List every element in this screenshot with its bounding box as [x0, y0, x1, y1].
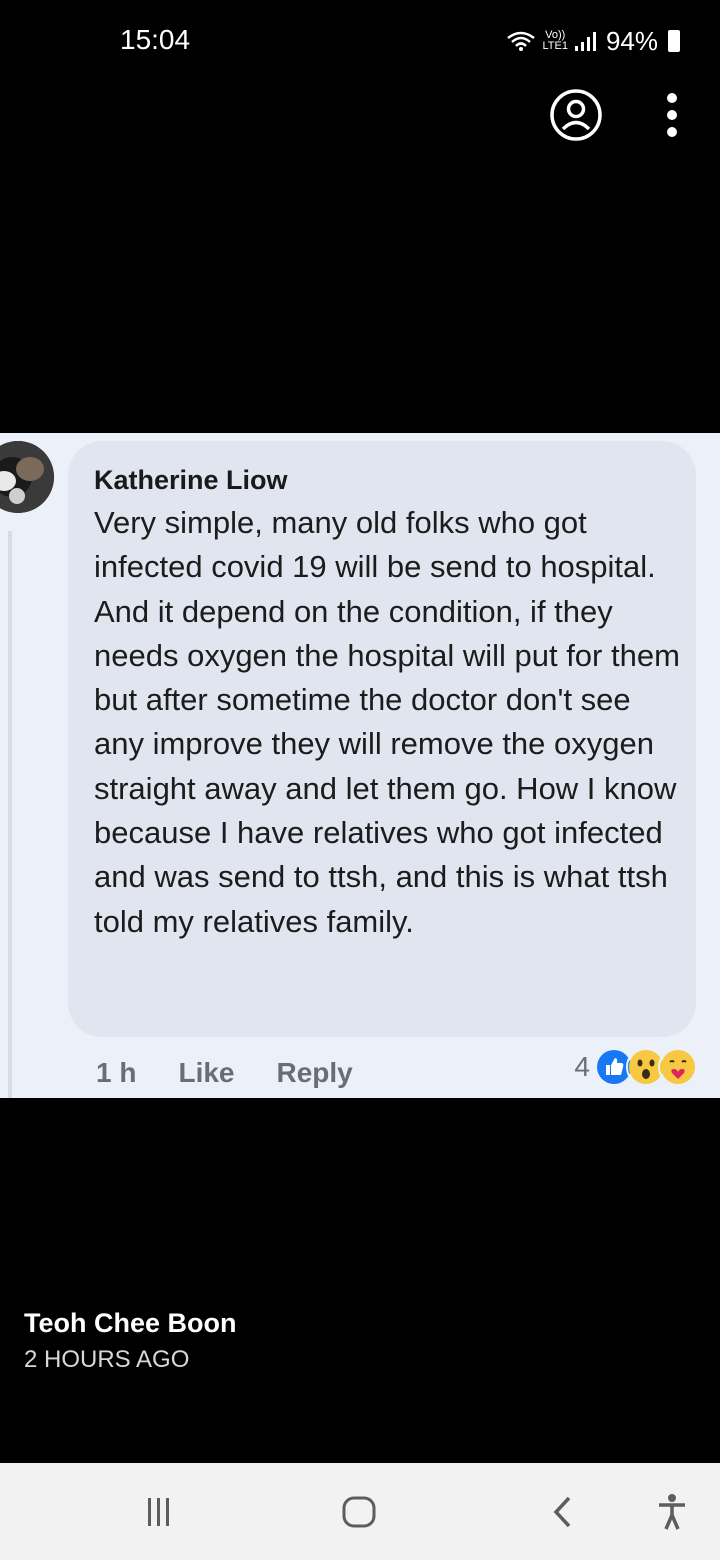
reply-button[interactable]: Reply: [277, 1057, 353, 1089]
recents-icon: [148, 1497, 169, 1526]
comment-time: 1 h: [96, 1057, 137, 1088]
navigation-bar: [0, 1463, 720, 1560]
comment-meta: 1 h Like Reply: [96, 1053, 395, 1093]
comment-author[interactable]: Katherine Liow: [94, 465, 288, 496]
more-options-button[interactable]: [660, 90, 684, 140]
wifi-icon: [507, 31, 536, 51]
accessibility-icon: [659, 1493, 685, 1530]
network-label: Vo)) LTE1: [542, 30, 567, 52]
thread-line: [8, 531, 12, 1098]
back-icon: [553, 1496, 571, 1527]
post-author[interactable]: Teoh Chee Boon: [24, 1308, 237, 1339]
profile-icon: [550, 89, 602, 141]
comment-bubble: Katherine Liow Very simple, many old fol…: [68, 441, 696, 1037]
more-vert-icon: [667, 93, 677, 137]
signal-icon: [574, 32, 596, 51]
post-time: 2 HOURS AGO: [24, 1346, 190, 1373]
status-icons: Vo)) LTE1 94%: [506, 26, 680, 56]
home-button[interactable]: [336, 1463, 382, 1560]
reactions-summary[interactable]: 4: [574, 1047, 698, 1087]
accessibility-button[interactable]: [652, 1463, 692, 1560]
status-bar: 15:04 Vo)) LTE1 94%: [0, 0, 720, 80]
like-button[interactable]: Like: [178, 1057, 234, 1089]
avatar: [0, 441, 54, 513]
battery-percent: 94%: [605, 25, 658, 56]
profile-button[interactable]: [549, 88, 603, 142]
comment-text: Very simple, many old folks who got infe…: [94, 505, 680, 939]
lte-label: LTE1: [542, 40, 568, 52]
battery-icon: [668, 30, 680, 52]
back-button[interactable]: [544, 1463, 580, 1560]
status-time: 15:04: [120, 24, 191, 55]
reaction-count: 4: [574, 1051, 590, 1082]
care-icon: [658, 1047, 698, 1087]
comment-screenshot[interactable]: Katherine Liow Very simple, many old fol…: [0, 433, 720, 1098]
home-icon: [342, 1496, 376, 1527]
recents-button[interactable]: [136, 1463, 180, 1560]
